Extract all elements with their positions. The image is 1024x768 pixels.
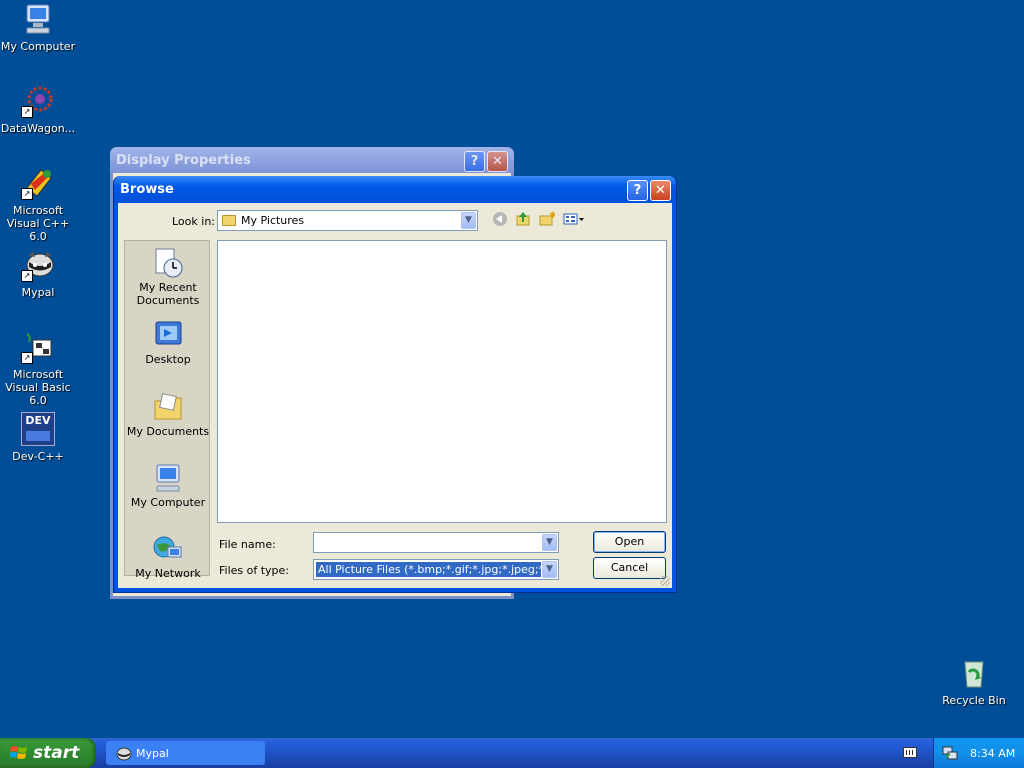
datawagon-icon: ↗ [21, 84, 55, 118]
files-of-type-label: Files of type: [219, 564, 290, 577]
svg-text:✱: ✱ [549, 211, 555, 221]
folder-icon [222, 215, 236, 226]
dev-cpp-icon-text: DEV [25, 414, 51, 427]
taskbar-item-label: Mypal [136, 746, 169, 760]
place-label: Desktop [145, 353, 191, 366]
place-label: My Recent Documents [136, 281, 200, 307]
cancel-button[interactable]: Cancel [593, 557, 666, 579]
up-folder-icon[interactable] [514, 211, 532, 229]
file-list[interactable] [217, 240, 667, 523]
desktop-icon-label: Microsoft Visual C++ 6.0 [6, 204, 70, 243]
place-label: My Network [135, 567, 201, 580]
visual-cpp-icon: ↗ [21, 166, 55, 200]
desktop-icon-label: Mypal [21, 286, 55, 299]
file-name-label: File name: [219, 538, 276, 551]
place-my-network[interactable]: My Network [125, 533, 211, 580]
chevron-down-icon[interactable]: ▼ [461, 212, 476, 229]
system-tray: 8:34 AM [933, 738, 1024, 768]
raccoon-icon: ↗ [21, 248, 55, 282]
recent-documents-icon [152, 247, 184, 279]
network-globe-icon [152, 533, 184, 565]
look-in-value: My Pictures [241, 214, 305, 227]
desktop-icon-label: DataWagon... [0, 122, 76, 135]
browse-dialog[interactable]: Browse ? ✕ Look in: My Pictures ▼ ✱ My R… [113, 176, 677, 593]
shortcut-arrow-icon: ↗ [21, 188, 33, 200]
desktop-icon-my-computer[interactable]: My Computer [0, 2, 78, 53]
desktop-icon-dev-cpp[interactable]: DEV Dev-C++ [0, 412, 78, 463]
file-name-input[interactable]: ▼ [313, 532, 559, 553]
close-button[interactable]: ✕ [487, 151, 508, 172]
resize-grip-icon[interactable] [660, 576, 670, 586]
recycle-bin-icon [957, 656, 991, 690]
computer-icon [152, 462, 184, 494]
close-button[interactable]: ✕ [650, 180, 671, 201]
visual-basic-icon: ↗ [21, 330, 55, 364]
browse-titlebar[interactable]: Browse [114, 176, 676, 202]
files-of-type-value: All Picture Files (*.bmp;*.gif;*.jpg;*.j… [316, 562, 541, 577]
desktop-icon-recycle-bin[interactable]: Recycle Bin [934, 656, 1014, 707]
dev-cpp-icon-bar [26, 431, 50, 441]
desktop-icon-mypal[interactable]: ↗ Mypal [0, 248, 78, 299]
taskbar: start Mypal 8:34 AM [0, 738, 1024, 768]
desktop-icon-visual-cpp[interactable]: ↗ Microsoft Visual C++ 6.0 [0, 166, 78, 243]
network-status-icon[interactable] [942, 745, 958, 761]
look-in-dropdown[interactable]: My Pictures ▼ [217, 210, 478, 231]
places-bar: My Recent Documents Desktop My Documents… [124, 240, 211, 580]
place-label: My Documents [126, 425, 210, 438]
desktop-icon-datawagon[interactable]: ↗ DataWagon... [0, 84, 78, 135]
my-documents-icon [152, 391, 184, 423]
desktop-icon-label: Recycle Bin [942, 694, 1006, 707]
raccoon-icon [116, 747, 132, 761]
desktop-icon-visual-basic[interactable]: ↗ Microsoft Visual Basic 6.0 [0, 330, 78, 407]
place-my-computer[interactable]: My Computer [125, 462, 211, 509]
clock[interactable]: 8:34 AM [970, 747, 1015, 760]
shortcut-arrow-icon: ↗ [21, 352, 33, 364]
look-in-label: Look in: [172, 215, 215, 228]
dev-cpp-icon: DEV [21, 412, 55, 446]
place-my-recent-documents[interactable]: My Recent Documents [125, 247, 211, 307]
help-button[interactable]: ? [627, 180, 648, 201]
help-button[interactable]: ? [464, 151, 485, 172]
place-desktop[interactable]: Desktop [125, 319, 211, 366]
taskbar-item-mypal[interactable]: Mypal [106, 741, 265, 765]
open-button[interactable]: Open [593, 531, 666, 553]
desktop-icon-label: Dev-C++ [12, 450, 64, 463]
chevron-down-icon[interactable]: ▼ [542, 561, 557, 578]
back-icon[interactable] [491, 211, 509, 229]
browse-body: Look in: My Pictures ▼ ✱ My Recent Docum… [118, 203, 672, 588]
place-label: My Computer [130, 496, 206, 509]
window-title: Display Properties [116, 152, 251, 168]
display-properties-titlebar[interactable]: Display Properties [110, 147, 514, 173]
keyboard-icon[interactable] [903, 747, 917, 758]
start-button[interactable]: start [0, 738, 96, 768]
new-folder-icon[interactable]: ✱ [538, 211, 557, 229]
window-title: Browse [120, 181, 174, 197]
start-label: start [33, 743, 80, 763]
desktop-icon-label: My Computer [0, 40, 76, 53]
shortcut-arrow-icon: ↗ [21, 106, 33, 118]
shortcut-arrow-icon: ↗ [21, 270, 33, 282]
windows-flag-icon [9, 744, 28, 762]
desktop-icon-label: Microsoft Visual Basic 6.0 [5, 368, 71, 407]
chevron-down-icon[interactable]: ▼ [542, 534, 557, 551]
place-my-documents[interactable]: My Documents [125, 391, 211, 438]
view-menu-icon[interactable] [562, 211, 586, 229]
files-of-type-dropdown[interactable]: All Picture Files (*.bmp;*.gif;*.jpg;*.j… [313, 559, 559, 580]
computer-icon [21, 2, 55, 36]
desktop-icon [152, 319, 184, 351]
